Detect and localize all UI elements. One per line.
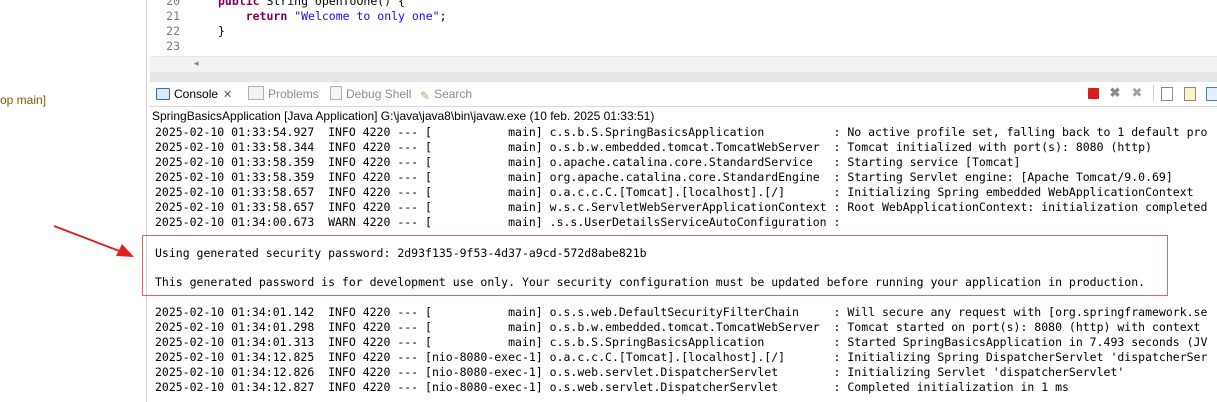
arrow-shaft	[53, 225, 123, 253]
log-line: 2025-02-10 01:34:01.313 INFO 4220 --- [ …	[155, 335, 1208, 349]
keyword-token: public	[218, 0, 260, 8]
string-token: "Welcome to only one"	[294, 9, 440, 23]
clear-console-icon[interactable]	[1161, 87, 1173, 101]
code-token: }	[218, 24, 225, 38]
code-editor[interactable]: 20 public String openToOne() { 21 return "…	[150, 0, 1217, 56]
log-line: 2025-02-10 01:33:58.657 INFO 4220 --- [ …	[155, 185, 1194, 199]
log-line: 2025-02-10 01:33:58.359 INFO 4220 --- [ …	[155, 155, 1021, 169]
console-process-label: SpringBasicsApplication [Java Applicatio…	[152, 109, 655, 123]
code-line[interactable]: 20 public String openToOne() {	[150, 0, 1217, 8]
line-number: 20	[166, 0, 180, 8]
log-line: 2025-02-10 01:33:58.344 INFO 4220 --- [ …	[155, 140, 1152, 154]
line-number: 21	[166, 9, 180, 23]
toolbar-separator	[1153, 85, 1154, 101]
code-text: }	[218, 25, 225, 38]
line-number: 23	[166, 39, 180, 53]
scroll-left-icon[interactable]: ◂	[194, 58, 199, 69]
left-panel-snippet: op main]	[0, 93, 47, 107]
tab-label: Console	[174, 87, 219, 101]
console-icon	[156, 88, 170, 100]
search-icon: ✎	[420, 89, 431, 103]
tab-search[interactable]: ✎ Search	[420, 82, 472, 106]
log-line: 2025-02-10 01:33:58.359 INFO 4220 --- [ …	[155, 170, 1173, 184]
tab-label: Debug Shell	[346, 87, 412, 101]
code-text: return "Welcome to only one";	[218, 10, 447, 23]
tab-problems[interactable]: Problems	[248, 82, 319, 106]
code-token: String openToOne() {	[259, 0, 405, 8]
code-token: ;	[439, 9, 447, 23]
log-line: 2025-02-10 01:34:01.142 INFO 4220 --- [ …	[155, 305, 1208, 319]
tab-debug-shell[interactable]: Debug Shell	[330, 82, 411, 106]
tab-label: Search	[434, 87, 473, 101]
left-panel: op main]	[0, 0, 147, 402]
terminate-icon[interactable]	[1088, 88, 1099, 99]
keyword-token: return	[245, 9, 288, 23]
code-line[interactable]: 22}	[150, 25, 1217, 38]
password-highlight-box	[142, 235, 1168, 296]
tab-label: Problems	[268, 87, 319, 101]
log-line: 2025-02-10 01:33:54.927 INFO 4220 --- [ …	[155, 125, 1208, 139]
code-text: public String openToOne() {	[218, 0, 405, 8]
log-line: 2025-02-10 01:34:01.298 INFO 4220 --- [ …	[155, 320, 1201, 334]
log-line: 2025-02-10 01:34:12.826 INFO 4220 --- [n…	[155, 365, 1125, 379]
close-icon[interactable]: ✕	[223, 89, 232, 101]
line-number: 22	[166, 24, 180, 38]
code-line[interactable]: 21 return "Welcome to only one";	[150, 10, 1217, 23]
log-line: 2025-02-10 01:34:00.673 WARN 4220 --- [ …	[155, 215, 841, 229]
view-tab-bar: Console ✕ Problems Debug Shell ✎ Search ✖ …	[150, 82, 1217, 107]
problems-icon	[248, 86, 264, 100]
code-line[interactable]: 23	[150, 40, 1217, 53]
pin-console-icon[interactable]	[1206, 87, 1217, 101]
editor-horizontal-scrollbar[interactable]: ◂	[150, 56, 1217, 72]
log-line: 2025-02-10 01:33:58.657 INFO 4220 --- [ …	[155, 200, 1208, 214]
scroll-lock-icon[interactable]	[1184, 87, 1196, 101]
panel-divider	[150, 72, 1217, 82]
debug-shell-icon	[330, 86, 342, 100]
remove-all-terminated-icon[interactable]: ✖	[1130, 86, 1144, 100]
tab-console[interactable]: Console ✕	[156, 82, 232, 106]
log-line: 2025-02-10 01:34:12.825 INFO 4220 --- [n…	[155, 350, 1208, 364]
log-line: 2025-02-10 01:34:12.827 INFO 4220 --- [n…	[155, 380, 1069, 394]
remove-launch-icon[interactable]: ✖	[1108, 86, 1122, 100]
annotation-arrow	[53, 225, 134, 257]
